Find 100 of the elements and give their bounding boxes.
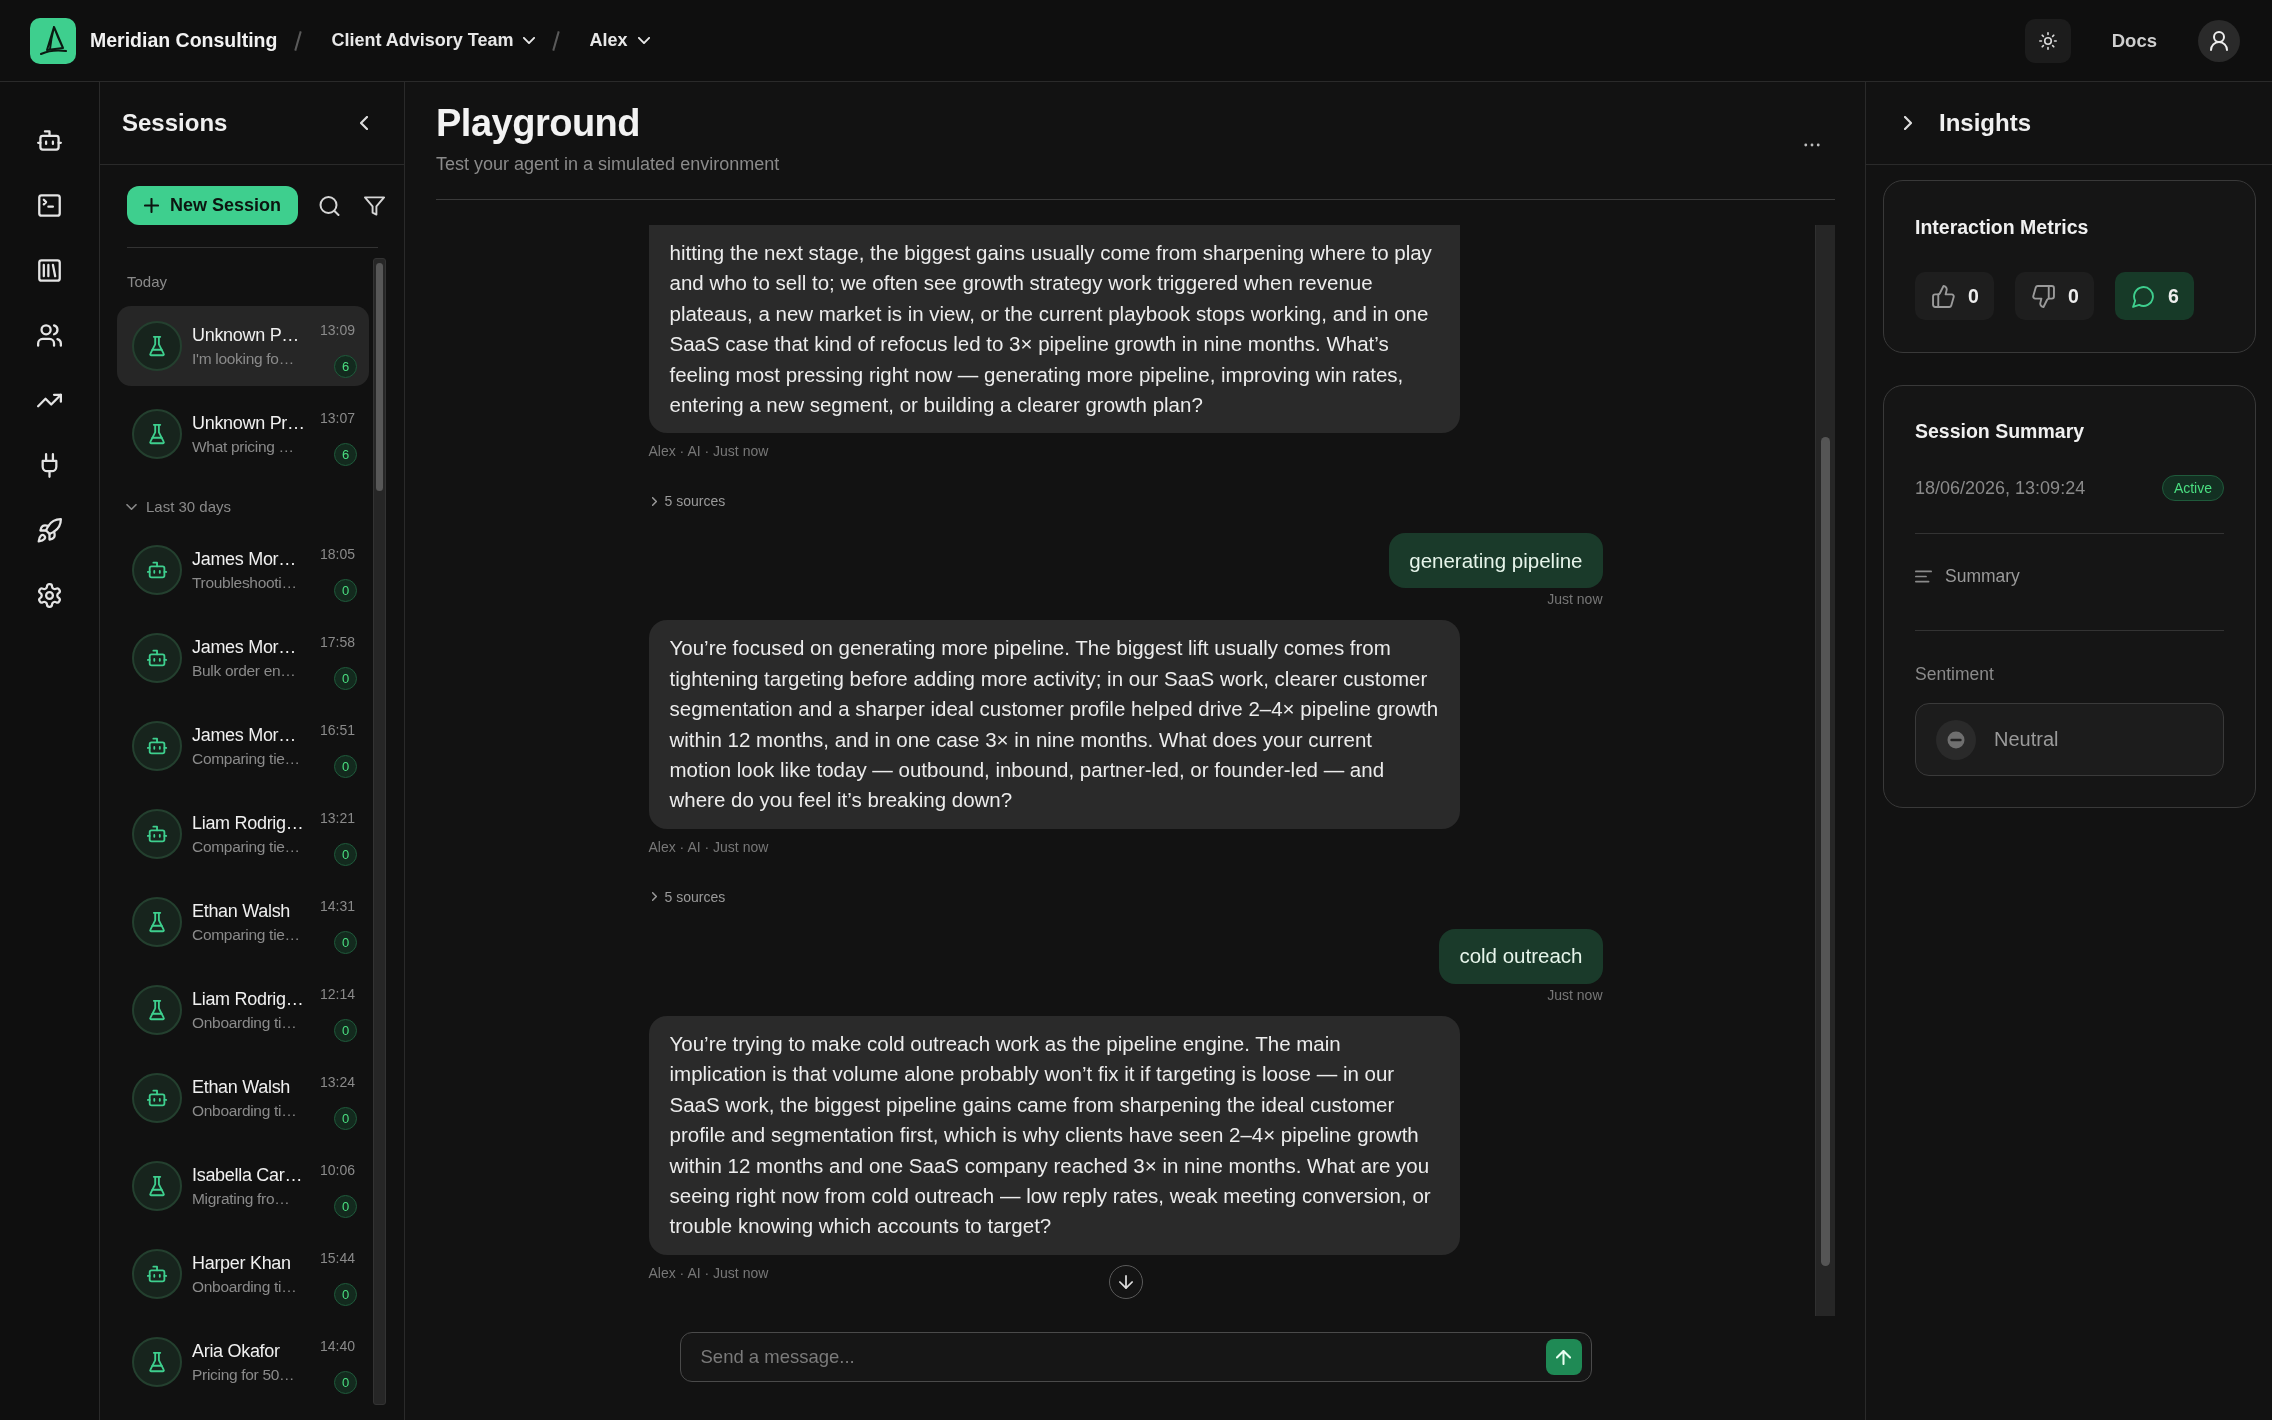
send-button[interactable] — [1545, 1339, 1582, 1375]
scroll-down-button[interactable] — [1108, 1265, 1143, 1299]
flask-icon — [132, 1161, 182, 1211]
message-count-badge: 0 — [334, 1371, 357, 1394]
group-label: Today — [127, 272, 168, 292]
group-toggle[interactable]: Last 30 days — [117, 497, 232, 517]
session-item[interactable]: Liam Rodrig… Onboarding ti… 12:14 0 — [117, 970, 369, 1050]
session-preview: Comparing tie… — [192, 924, 300, 945]
robot-icon — [132, 633, 182, 683]
flask-icon — [132, 409, 182, 459]
sun-icon — [2038, 31, 2057, 50]
filter-icon[interactable] — [364, 195, 386, 216]
session-time: 15:44 — [319, 1249, 355, 1267]
session-item[interactable]: James Mor… Bulk order en… 17:58 0 — [117, 618, 369, 698]
session-name: Liam Rodrig… — [192, 811, 304, 835]
thumbs-up-icon — [1932, 284, 1955, 308]
message-count-badge: 0 — [334, 1283, 357, 1306]
message-meta: Alex · AI · Just now — [648, 1263, 769, 1282]
new-session-button[interactable]: New Session — [127, 186, 299, 225]
chevron-right-icon[interactable] — [1904, 116, 1912, 130]
message-input[interactable]: Send a message... — [679, 1332, 1592, 1382]
sailboat-logo-icon — [30, 17, 76, 64]
session-item[interactable]: Unknown Pr… What pricing … 13:07 6 — [117, 394, 369, 474]
message-meta: Just now — [1547, 590, 1603, 609]
library-icon[interactable] — [37, 258, 62, 283]
session-name: Harper Khan — [192, 1251, 291, 1275]
robot-icon[interactable] — [37, 128, 62, 153]
session-preview: Comparing tie… — [192, 836, 300, 857]
session-item[interactable]: James Mor… Comparing tie… 16:51 0 — [117, 706, 369, 786]
session-time: 14:40 — [319, 1337, 355, 1355]
session-preview: Troubleshooti… — [192, 572, 297, 593]
summary-label: Summary — [1945, 565, 2020, 587]
scrollbar-thumb[interactable] — [376, 263, 383, 491]
session-preview: Onboarding ti… — [192, 1012, 297, 1033]
page-title: Playground — [436, 100, 641, 146]
chevron-left-icon[interactable] — [360, 116, 368, 130]
terminal-icon[interactable] — [37, 193, 62, 218]
message-meta: Alex · AI · Just now — [648, 837, 769, 856]
status-badge: Active — [2161, 475, 2224, 501]
plus-icon — [144, 198, 159, 213]
session-preview: I'm looking fo… — [192, 348, 294, 369]
session-name: Aria Okafor — [192, 1339, 280, 1363]
session-name: Unknown Pr… — [192, 411, 305, 435]
arrow-down-icon — [1118, 1275, 1133, 1289]
sentiment-value: Neutral — [1994, 728, 2059, 751]
sources-toggle[interactable]: 5 sources — [651, 492, 726, 511]
theme-toggle-button[interactable] — [2024, 18, 2071, 63]
message-count-badge: 0 — [334, 755, 357, 778]
user-message: cold outreach — [1439, 928, 1603, 984]
docs-link[interactable]: Docs — [2111, 29, 2157, 52]
session-time: 12:14 — [319, 985, 355, 1003]
sentiment-label: Sentiment — [1915, 663, 1994, 685]
message-count-badge: 6 — [334, 443, 357, 466]
session-item[interactable]: Isabella Car… Migrating fro… 10:06 0 — [117, 1146, 369, 1226]
message-count-badge: 0 — [334, 931, 357, 954]
session-item[interactable]: Aria Okafor Pricing for 50… 14:40 0 — [117, 1322, 369, 1402]
session-item[interactable]: Ethan Walsh Comparing tie… 14:31 0 — [117, 882, 369, 962]
chevron-down-icon — [637, 37, 650, 44]
session-name: James Mor… — [192, 635, 297, 659]
session-name: Ethan Walsh — [192, 1075, 291, 1099]
breadcrumb-dropdown[interactable]: Alex — [589, 30, 650, 51]
session-preview: Pricing for 50… — [192, 1364, 295, 1385]
sources-toggle[interactable]: 5 sources — [651, 887, 726, 906]
message-meta: Alex · AI · Just now — [648, 442, 769, 461]
robot-icon — [132, 545, 182, 595]
metric-count: 0 — [1968, 284, 1979, 308]
panel-title: Insights — [1939, 109, 2031, 137]
rocket-icon[interactable] — [37, 518, 62, 543]
session-preview: Onboarding ti… — [192, 1100, 297, 1121]
session-preview: What pricing … — [192, 436, 294, 457]
user-avatar-button[interactable] — [2198, 19, 2240, 62]
flask-icon — [132, 321, 182, 371]
session-item[interactable]: Unknown P… I'm looking fo… 13:09 6 — [117, 306, 369, 386]
flask-icon — [132, 1337, 182, 1387]
session-time: 16:51 — [319, 721, 355, 739]
message-count-badge: 0 — [334, 1107, 357, 1130]
assistant-message: hitting the next stage, the biggest gains usually come from sharpening where to play and who to sell to; we often see growth strategy work triggered when revenue plateaus, a new market is in view, or the current playbook stops working, and in one SaaS case that kind of refocus led to 3× pipeline growth in nine months. What’s feeling most pressing right now — generating more pipeline, improving win rates, entering a new segment, or building a clearer growth plan? — [648, 225, 1460, 434]
robot-icon — [132, 1073, 182, 1123]
breadcrumb-dropdown[interactable]: Client Advisory Team — [331, 30, 536, 51]
thumbs-down-icon — [2032, 284, 2055, 308]
session-item[interactable]: James Mor… Troubleshooti… 18:05 0 — [117, 530, 369, 610]
user-message: generating pipeline — [1389, 533, 1603, 589]
text-lines-icon — [1915, 569, 1932, 583]
session-item[interactable]: Ethan Walsh Onboarding ti… 13:24 0 — [117, 1058, 369, 1138]
session-time: 13:24 — [319, 1073, 355, 1091]
scrollbar-thumb[interactable] — [1821, 437, 1830, 1266]
users-icon[interactable] — [37, 323, 62, 348]
session-item[interactable]: Liam Rodrig… Comparing tie… 13:21 0 — [117, 794, 369, 874]
settings-icon[interactable] — [37, 583, 62, 608]
session-preview: Bulk order en… — [192, 660, 296, 681]
card-title: Session Summary — [1915, 419, 2085, 444]
more-icon[interactable] — [1804, 142, 1820, 147]
session-item[interactable]: Harper Khan Onboarding ti… 15:44 0 — [117, 1234, 369, 1314]
session-time: 13:07 — [319, 409, 355, 427]
arrow-up-icon — [1556, 1349, 1571, 1365]
session-time: 13:09 — [319, 321, 355, 339]
user-icon — [2210, 30, 2228, 51]
message-meta: Just now — [1547, 985, 1603, 1004]
search-icon[interactable] — [319, 195, 341, 216]
assistant-message: You’re trying to make cold outreach work as the pipeline engine. The main implication is that volume alone probably won’t fix it if targeting is loose — in our SaaS work, the biggest pipeline gains came from sharpening the ideal customer profile and segmentation first, which is why clients have seen 2–4× pipeline growth within 12 months and one SaaS company reached 3× in nine months. What are you seeing right now from cold outreach — low reply rates, weak meeting conversion, or trouble knowing which accounts to target? — [648, 1015, 1460, 1255]
